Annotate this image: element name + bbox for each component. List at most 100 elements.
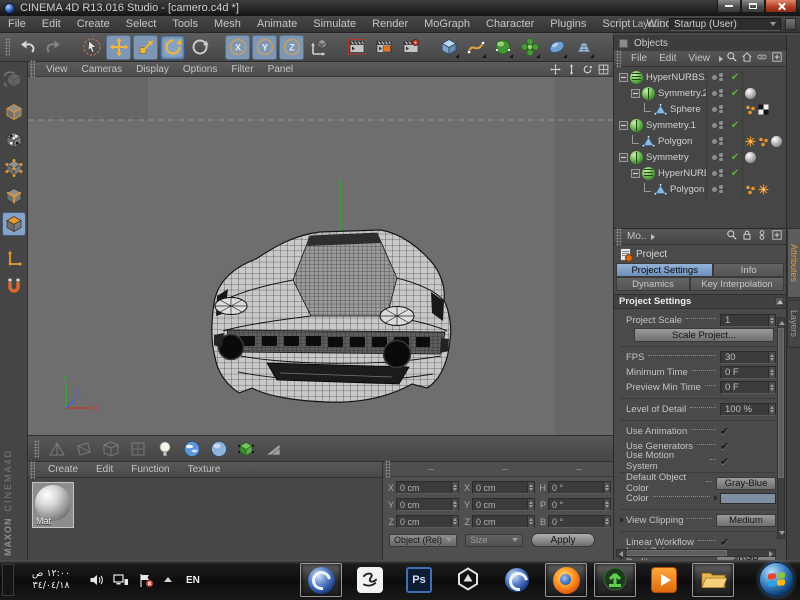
visibility-dots[interactable] (706, 149, 728, 165)
scale-tool-icon[interactable] (133, 35, 158, 60)
checkbox-checked-icon[interactable]: ✔ (720, 536, 776, 549)
object-name[interactable]: HyperNURBS (658, 168, 706, 179)
viewport-menu-cameras[interactable]: Cameras (75, 64, 130, 75)
value-input[interactable]: 1 (720, 314, 776, 327)
object-row[interactable]: Symmetry.1✔ (614, 117, 786, 133)
tab-project-settings[interactable]: Project Settings (616, 263, 713, 277)
expander-icon[interactable] (631, 169, 640, 178)
menu-mesh[interactable]: Mesh (206, 18, 249, 30)
spinner-icon[interactable] (527, 499, 534, 510)
enabled-check[interactable] (728, 181, 742, 197)
remove-icon[interactable] (756, 51, 768, 66)
menu-character[interactable]: Character (478, 18, 542, 30)
viewport-menu-grip[interactable] (30, 60, 35, 78)
visibility-dots[interactable] (706, 85, 728, 101)
coords-input-x-0[interactable]: 0 cm (396, 481, 459, 494)
add-cube-button[interactable] (436, 35, 461, 60)
toolbar-grip[interactable] (5, 38, 10, 56)
scroll-up-icon[interactable] (775, 297, 784, 306)
spinner-icon[interactable] (451, 516, 458, 527)
hidden-icons-arrow[interactable] (163, 576, 173, 584)
value-input[interactable]: 0 F (720, 366, 776, 379)
language-indicator[interactable]: EN (182, 575, 204, 586)
taskbar-app-kmplayer[interactable] (643, 563, 685, 597)
visibility-dots[interactable] (706, 133, 728, 149)
menu-create[interactable]: Create (69, 18, 118, 30)
move-tool-icon[interactable] (106, 35, 131, 60)
rotate-tool-icon[interactable] (160, 35, 185, 60)
materials-menu-create[interactable]: Create (39, 464, 87, 475)
coords-input-x-1[interactable]: 0 cm (472, 481, 535, 494)
menu-file[interactable]: File (0, 18, 34, 30)
polygon-object-icon[interactable] (642, 135, 655, 148)
lock-y-button[interactable]: Y (252, 35, 277, 60)
enabled-check[interactable]: ✔ (728, 149, 742, 165)
viewport-menu-view[interactable]: View (39, 64, 75, 75)
coords-input-z-0[interactable]: 0 cm (396, 515, 459, 528)
menu-plugins[interactable]: Plugins (542, 18, 594, 30)
taskbar-app-cinema4d[interactable] (300, 563, 342, 597)
coordinates-grip[interactable] (385, 460, 390, 478)
lock-z-button[interactable]: Z (279, 35, 304, 60)
edges-mode-button[interactable] (2, 184, 26, 208)
spinner-icon[interactable] (603, 499, 610, 510)
make-editable-button[interactable] (2, 68, 26, 92)
menu-render[interactable]: Render (364, 18, 416, 30)
selection-tag-icon[interactable] (745, 136, 756, 147)
layout-pin-icon[interactable] (785, 18, 796, 30)
value-input[interactable]: 100 % (720, 403, 776, 416)
environment-object-icon[interactable] (207, 437, 231, 460)
side-tab-attributes[interactable]: Attributes (787, 228, 800, 298)
modeling-tool-3-icon[interactable] (99, 437, 123, 460)
mode-flyout-icon[interactable] (651, 234, 655, 240)
points-tag-icon[interactable] (745, 104, 756, 115)
enabled-check[interactable]: ✔ (728, 165, 742, 181)
points-tag-icon[interactable] (745, 184, 756, 195)
horizontal-scrollbar[interactable] (616, 549, 776, 557)
coords-input-b-2[interactable]: 0 ° (548, 515, 611, 528)
stage-object-icon[interactable] (234, 437, 258, 460)
tab-dynamics[interactable]: Dynamics (616, 277, 690, 291)
polygon-object-icon[interactable] (654, 183, 667, 196)
spinner-icon[interactable] (768, 404, 775, 415)
visibility-dots[interactable] (706, 101, 728, 117)
attributes-grip[interactable] (616, 228, 621, 246)
add-floor-button[interactable] (571, 35, 596, 60)
taskbar-app-photoshop[interactable]: Ps (398, 563, 440, 597)
volume-icon[interactable] (89, 573, 104, 587)
network-icon[interactable] (113, 573, 129, 587)
action-center-flag-icon[interactable] (138, 573, 154, 588)
objects-menu-grip[interactable] (616, 50, 621, 68)
search-icon[interactable] (726, 229, 738, 244)
materials-grip[interactable] (30, 461, 35, 479)
symmetry-icon[interactable] (630, 151, 643, 164)
modeling-tool-4-icon[interactable] (126, 437, 150, 460)
light-object-icon[interactable] (153, 437, 177, 460)
apply-button[interactable]: Apply (531, 533, 595, 547)
coords-input-y-0[interactable]: 0 cm (396, 498, 459, 511)
menu-overflow-icon[interactable] (719, 56, 723, 62)
modeling-tool-1-icon[interactable] (45, 437, 69, 460)
visibility-dots[interactable] (706, 69, 728, 85)
spinner-icon[interactable] (527, 482, 534, 493)
symmetry-icon[interactable] (642, 87, 655, 100)
object-row[interactable]: Symmetry✔ (614, 149, 786, 165)
spinner-icon[interactable] (451, 499, 458, 510)
object-row[interactable]: Sphere (614, 101, 786, 117)
spinner-icon[interactable] (768, 315, 775, 326)
phong-tag-icon[interactable] (745, 152, 756, 163)
expander-icon[interactable] (619, 121, 628, 130)
show-desktop-button[interactable] (2, 564, 14, 596)
hypernurbs-icon[interactable] (630, 71, 643, 84)
home-icon[interactable] (741, 51, 753, 66)
expand-arrow-icon[interactable] (620, 517, 624, 523)
add-environment-button[interactable] (544, 35, 569, 60)
dropdown-view-clipping[interactable]: Medium (716, 514, 776, 527)
phong-tag-icon[interactable] (771, 136, 782, 147)
dropdown-object-rel-[interactable]: Object (Rel) (389, 534, 457, 547)
maximize-button[interactable] (741, 0, 765, 13)
palette-grip[interactable] (34, 440, 39, 458)
spinner-icon[interactable] (768, 367, 775, 378)
uvw-tag-icon[interactable] (758, 104, 769, 115)
redo-icon[interactable] (41, 35, 66, 60)
